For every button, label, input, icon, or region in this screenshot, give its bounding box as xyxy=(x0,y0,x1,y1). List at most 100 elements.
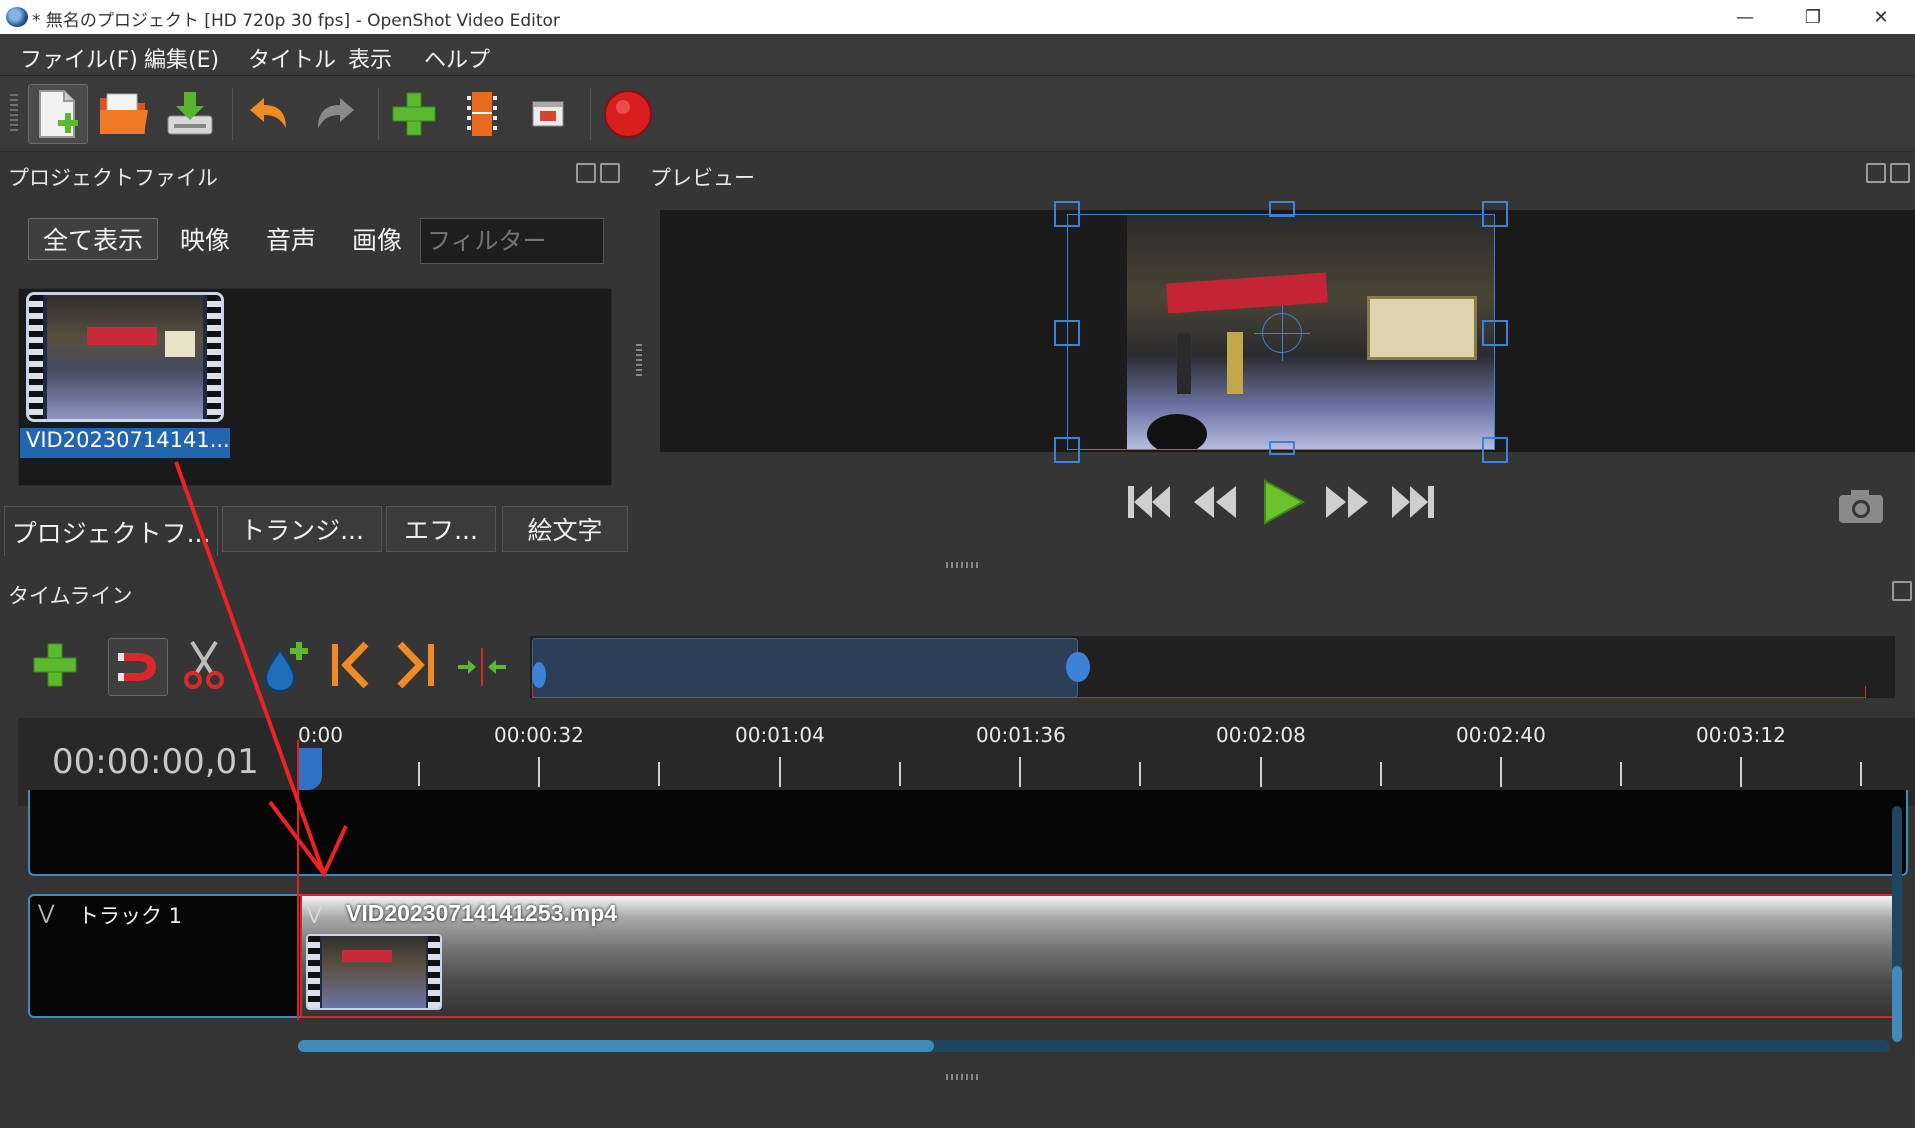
ruler-tick xyxy=(538,757,540,787)
main-toolbar xyxy=(0,76,1915,152)
choose-profile-icon xyxy=(466,92,498,136)
undo-button[interactable] xyxy=(238,84,298,144)
title-bar: * 無名のプロジェクト [HD 720p 30 fps] - OpenShot … xyxy=(0,0,1915,34)
snap-magnet-icon xyxy=(118,653,156,681)
snapshot-button[interactable] xyxy=(1836,482,1886,530)
play-button[interactable] xyxy=(1254,478,1310,526)
export-video-icon xyxy=(604,90,652,138)
close-button[interactable]: ✕ xyxy=(1846,0,1915,34)
toolbar-separator xyxy=(378,88,379,140)
splitter-handle[interactable] xyxy=(946,562,980,568)
track-name: トラック 1 xyxy=(78,904,183,928)
next-marker-button[interactable] xyxy=(392,640,442,694)
choose-profile-button[interactable] xyxy=(452,84,512,144)
float-dock-icon[interactable] xyxy=(1866,163,1886,183)
ruler-tick xyxy=(1860,762,1862,786)
ruler-tick xyxy=(779,757,781,787)
window-title: * 無名のプロジェクト [HD 720p 30 fps] - OpenShot … xyxy=(32,11,560,31)
jump-to-start-icon xyxy=(1128,486,1170,518)
fullscreen-button[interactable] xyxy=(518,84,578,144)
clip-name: VID20230714141253.mp4 xyxy=(346,900,618,926)
jump-to-start-button[interactable] xyxy=(1124,478,1174,526)
clip-menu-icon[interactable]: ⋁ xyxy=(306,900,322,924)
splitter-handle[interactable] xyxy=(636,344,642,378)
redo-icon xyxy=(318,98,354,128)
zoom-range-indicator xyxy=(532,686,1866,698)
ruler-tick xyxy=(1019,757,1021,787)
ruler-label: 00:03:12 xyxy=(1696,723,1786,747)
project-files-dock-controls xyxy=(576,163,620,183)
menu-bar: ファイル(F) 編集(E) タイトル 表示 ヘルプ xyxy=(0,34,1915,76)
rewind-button[interactable] xyxy=(1190,478,1240,526)
tab-effects[interactable]: エフ... xyxy=(386,506,496,552)
jump-to-end-icon xyxy=(1392,486,1434,518)
minimize-button[interactable]: — xyxy=(1710,0,1780,34)
menu-title[interactable]: タイトル xyxy=(248,42,336,74)
preview-frame[interactable] xyxy=(1067,214,1495,450)
fast-forward-icon xyxy=(1326,486,1368,518)
menu-file[interactable]: ファイル(F) xyxy=(20,42,138,74)
import-files-icon xyxy=(392,92,436,136)
ruler-tick xyxy=(1500,757,1502,787)
redo-button[interactable] xyxy=(306,84,366,144)
horizontal-scrollbar-thumb[interactable] xyxy=(298,1040,934,1052)
save-project-icon xyxy=(167,92,213,135)
filter-audio-button[interactable]: 音声 xyxy=(256,218,326,260)
toolbar-separator xyxy=(232,88,233,140)
ruler-label: 00:02:40 xyxy=(1456,723,1546,747)
clip-thumbnail xyxy=(306,934,442,1010)
ruler-tick xyxy=(1620,762,1622,786)
close-dock-icon[interactable] xyxy=(600,163,620,183)
zoom-handle-left[interactable] xyxy=(532,662,546,688)
import-files-button[interactable] xyxy=(384,84,444,144)
toolbar-grip[interactable] xyxy=(10,94,18,134)
ruler-tick xyxy=(1139,762,1141,786)
open-project-icon xyxy=(100,93,148,134)
tab-emoji[interactable]: 絵文字 xyxy=(502,506,628,552)
preview-title: プレビュー xyxy=(650,166,755,190)
ruler-tick xyxy=(418,762,420,786)
play-icon xyxy=(1264,479,1306,525)
fullscreen-icon xyxy=(532,101,564,127)
ruler-tick xyxy=(1740,757,1742,787)
timeline-title: タイムライン xyxy=(8,584,133,608)
project-files-title: プロジェクトファイル xyxy=(8,166,218,190)
preview-dock-controls xyxy=(1866,163,1910,183)
camera-icon xyxy=(1839,490,1883,523)
ruler-label: 00:02:08 xyxy=(1216,723,1306,747)
maximize-button[interactable]: ❐ xyxy=(1778,0,1848,34)
ruler-tick xyxy=(899,762,901,786)
fast-forward-button[interactable] xyxy=(1322,478,1372,526)
vertical-scrollbar-thumb[interactable] xyxy=(1892,966,1902,1042)
filter-video-button[interactable]: 映像 xyxy=(170,218,240,260)
filter-image-button[interactable]: 画像 xyxy=(342,218,412,260)
menu-help[interactable]: ヘルプ xyxy=(424,42,490,74)
splitter-handle[interactable] xyxy=(946,1074,980,1080)
close-dock-icon[interactable] xyxy=(1890,163,1910,183)
menu-edit[interactable]: 編集(E) xyxy=(144,42,219,74)
next-marker-icon xyxy=(397,641,434,689)
ruler-tick xyxy=(658,762,660,786)
ruler-tick xyxy=(1260,757,1262,787)
float-dock-icon[interactable] xyxy=(1892,581,1912,601)
ruler-label: 00:00:32 xyxy=(494,723,584,747)
export-video-button[interactable] xyxy=(598,84,658,144)
save-project-button[interactable] xyxy=(160,84,220,144)
timeline-dock-controls xyxy=(1892,581,1912,601)
jump-to-end-button[interactable] xyxy=(1388,478,1438,526)
filter-show-all-button[interactable]: 全て表示 xyxy=(28,218,158,260)
center-playhead-button[interactable] xyxy=(456,646,510,690)
zoom-handle-right[interactable] xyxy=(1066,652,1090,682)
track-collapse-icon[interactable]: ⋁ xyxy=(38,900,54,924)
float-dock-icon[interactable] xyxy=(576,163,596,183)
filter-input[interactable] xyxy=(420,218,604,264)
center-playhead-icon xyxy=(458,648,506,686)
rewind-icon xyxy=(1194,486,1236,518)
new-project-button[interactable] xyxy=(28,84,88,144)
ruler-label: 00:01:04 xyxy=(735,723,825,747)
open-project-button[interactable] xyxy=(94,84,154,144)
menu-view[interactable]: 表示 xyxy=(348,42,392,74)
snap-button[interactable] xyxy=(108,638,168,696)
add-track-button[interactable] xyxy=(30,640,84,694)
file-thumbnail[interactable] xyxy=(26,292,224,422)
